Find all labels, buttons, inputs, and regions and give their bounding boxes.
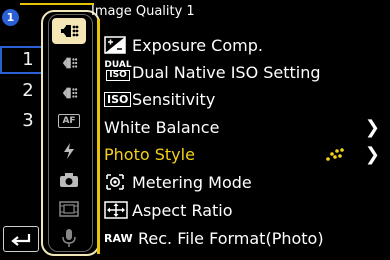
menu-item-exposure-comp[interactable]: Exposure Comp. (104, 32, 384, 58)
menu-item-label: Photo Style (104, 144, 195, 164)
menu-item-rec-file-format[interactable]: RAW Rec. File Format(Photo) (104, 225, 384, 251)
page-3-button[interactable]: 3 (18, 110, 38, 131)
header-underline (20, 3, 94, 5)
flash-icon (64, 143, 74, 159)
menu-item-label: Rec. File Format(Photo) (138, 228, 324, 248)
tab-af[interactable]: AF (54, 110, 84, 132)
microphone-icon (62, 229, 76, 247)
iso-icon: ISO (104, 88, 132, 110)
menu-item-label: Metering Mode (132, 172, 252, 192)
menu-item-label: Exposure Comp. (132, 35, 263, 55)
tab-photo-menu-active[interactable] (52, 18, 86, 44)
page-1-button[interactable]: 1 (18, 49, 38, 70)
tab-photo-menu-2[interactable] (54, 52, 84, 74)
raw-icon: RAW (104, 227, 138, 249)
page-2-button[interactable]: 2 (18, 80, 38, 101)
af-icon: AF (58, 114, 80, 128)
tab-flash[interactable] (54, 140, 84, 162)
camera-icon (60, 173, 78, 187)
menu-item-dual-native-iso[interactable]: DUAL ISO Dual Native ISO Setting (104, 59, 384, 85)
menu-item-sensitivity[interactable]: ISO Sensitivity (104, 86, 384, 112)
page-selector-frame-left (0, 46, 2, 74)
page-selector-frame-top (0, 46, 41, 48)
camera-menu-icon (61, 25, 79, 37)
tab-photo-menu-3[interactable] (54, 82, 84, 104)
dual-iso-icon-bottom: ISO (106, 70, 130, 81)
aspect-ratio-icon (104, 199, 132, 221)
tab-audio[interactable] (54, 227, 84, 249)
film-icon (59, 201, 79, 217)
af-icon-label: AF (62, 116, 76, 126)
menu-title: Image Quality 1 (91, 4, 195, 19)
page-selector-frame-bottom (0, 72, 41, 74)
exposure-comp-icon (104, 34, 132, 56)
tab-video[interactable] (54, 198, 84, 220)
iso-icon-label: ISO (104, 91, 132, 107)
menu-item-white-balance[interactable]: White Balance ❯ (104, 114, 384, 140)
photo-style-icon (326, 148, 344, 161)
menu-item-photo-style[interactable]: Photo Style ❯ (104, 141, 384, 167)
chevron-right-icon: ❯ (364, 117, 380, 138)
menu-item-label: Dual Native ISO Setting (132, 62, 321, 82)
menu-item-label: Aspect Ratio (132, 200, 233, 220)
back-button[interactable] (3, 226, 39, 252)
menu-item-aspect-ratio[interactable]: Aspect Ratio (104, 197, 384, 223)
raw-icon-label: RAW (104, 231, 133, 245)
menu-item-metering-mode[interactable]: Metering Mode (104, 169, 384, 195)
metering-icon (104, 171, 132, 193)
camera-menu-icon (62, 57, 78, 69)
dual-iso-icon-top: DUAL (104, 60, 132, 70)
tab-camera[interactable] (54, 169, 84, 191)
menu-item-label: Sensitivity (132, 89, 216, 109)
chevron-right-icon: ❯ (364, 144, 380, 165)
return-arrow-icon (11, 234, 31, 246)
tab-rail-divider (97, 19, 100, 254)
dual-iso-icon: DUAL ISO (104, 61, 132, 83)
menu-page-badge: 1 (2, 9, 19, 26)
camera-menu-icon (62, 87, 78, 99)
menu-item-label: White Balance (104, 117, 220, 137)
